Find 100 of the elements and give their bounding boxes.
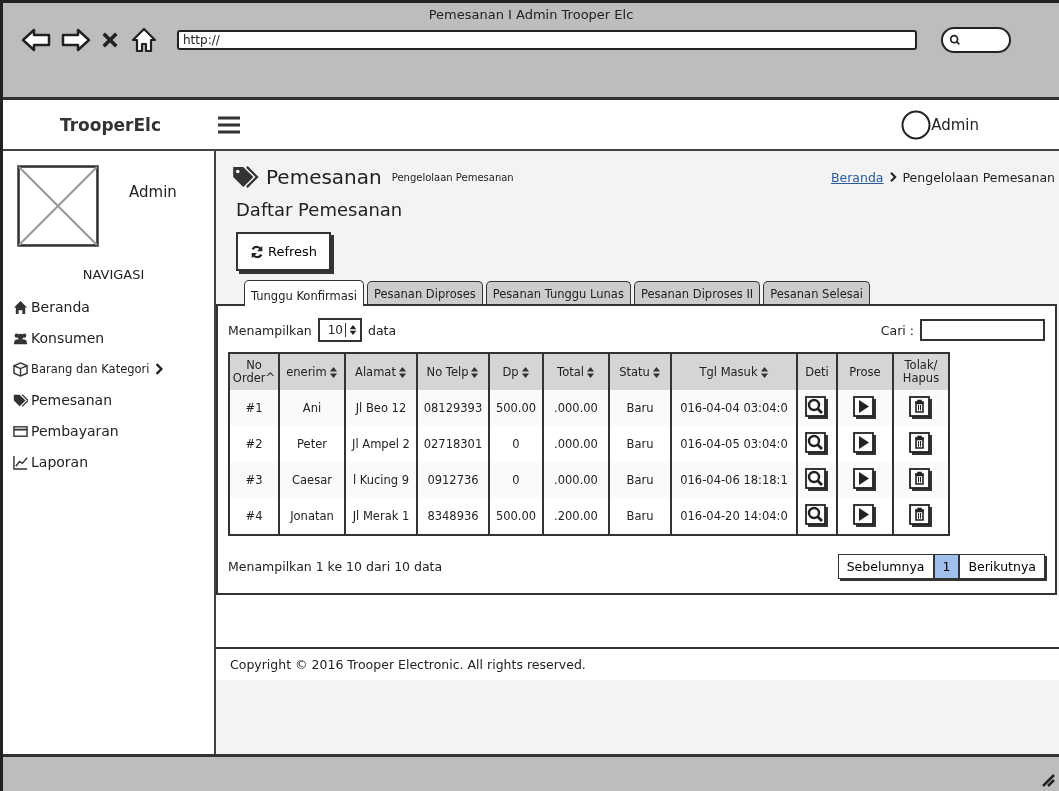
column-header[interactable]: Prose [837,353,893,390]
table-cell: .200.00 [543,498,609,535]
table-cell: 08129393 [417,390,489,426]
table-cell: Ani [279,390,345,426]
brand-name[interactable]: TrooperElc [3,114,218,135]
table-cell: Baru [609,426,671,462]
sidebar-item[interactable]: Pembayaran [13,418,214,444]
column-header[interactable]: Dp [489,353,543,390]
chevron-icon [155,362,164,376]
table-cell: 02718301 [417,426,489,462]
column-header[interactable]: Tolak/ Hapus [893,353,949,390]
card-icon [13,423,28,439]
column-header[interactable]: Deti [797,353,837,390]
delete-button[interactable] [909,396,933,420]
sort-icon[interactable] [585,365,595,379]
search-label: Cari : [880,322,914,338]
tab[interactable]: Tunggu Konfirmasi [244,280,364,306]
sort-icon[interactable] [520,365,530,379]
spinner-icon[interactable] [345,323,358,337]
column-header[interactable]: No Order^ [229,353,279,390]
refresh-icon [250,244,264,259]
process-button[interactable] [853,396,877,420]
sidebar-item[interactable]: Pemesanan [13,387,214,413]
delete-button[interactable] [909,504,933,528]
home-icon[interactable] [129,27,159,53]
user-name[interactable]: Admin [931,115,979,134]
window-title: Pemesanan I Admin Trooper Elc [427,6,635,24]
table-cell: 016-04-04 03:04:0 [671,390,797,426]
column-header[interactable]: Total [543,353,609,390]
box-icon [13,361,28,377]
table-cell: #4 [229,498,279,535]
table-cell: 8348936 [417,498,489,535]
section-heading: NAVIGASI [81,267,146,282]
tab[interactable]: Pesanan Diproses [366,281,483,304]
table-cell: Caesar [279,462,345,498]
sort-icon[interactable] [651,365,661,379]
refresh-button[interactable]: Refresh [236,232,332,271]
tab[interactable]: Pesanan Selesai [763,281,870,304]
tab[interactable]: Pesanan Diproses II [633,281,761,304]
table-info: Menampilkan 1 ke 10 dari 10 data [228,559,443,574]
url-field[interactable]: http:// [177,30,917,50]
delete-button[interactable] [909,468,933,492]
column-header[interactable]: Alamat [345,353,417,390]
column-header[interactable]: enerim [279,353,345,390]
table-cell: 016-04-20 14:04:0 [671,498,797,535]
table-cell: Jonatan [279,498,345,535]
table-cell: .000.00 [543,390,609,426]
detail-button[interactable] [805,396,829,420]
sort-icon[interactable] [397,365,407,379]
table-cell: Baru [609,498,671,535]
menu-icon[interactable] [218,115,240,134]
sidebar-item[interactable]: Laporan [13,449,214,475]
column-header[interactable]: Statu [609,353,671,390]
table-cell: 016-04-06 18:18:1 [671,462,797,498]
process-button[interactable] [853,504,877,528]
table-cell: 500.00 [489,498,543,535]
forward-icon[interactable] [61,27,91,53]
chevron-icon [889,172,897,182]
sidebar-item[interactable]: Barang dan Kategori [13,356,214,382]
length-label: Menampilkan [228,322,312,338]
column-header[interactable]: Tgl Masuk [671,353,797,390]
page-title: Pemesanan [266,165,382,189]
tag-icon [13,392,28,408]
line-chart-icon [13,454,28,470]
detail-button[interactable] [805,468,829,492]
process-button[interactable] [853,432,877,456]
table-cell: #2 [229,426,279,462]
table-cell: .000.00 [543,426,609,462]
process-button[interactable] [853,468,877,492]
tag-icon [232,166,260,188]
sort-icon[interactable] [328,365,338,379]
breadcrumb-link[interactable]: Beranda [830,169,884,185]
avatar-icon [901,109,932,140]
page-size-field[interactable]: 10 [317,318,362,342]
table-cell: Jl Beo 12 [345,390,417,426]
section-heading: Daftar Pemesanan [235,198,404,220]
table-cell: Jl Ampel 2 [345,426,417,462]
home-icon [13,299,28,315]
resize-grip-icon[interactable] [1041,773,1055,787]
sidebar-item[interactable]: Konsumen [13,325,214,351]
sidebar-item[interactable]: Beranda [13,294,214,320]
table-cell: #1 [229,390,279,426]
search-field[interactable] [941,27,1011,53]
search-field[interactable] [920,319,1045,341]
column-header[interactable]: No Telp [417,353,489,390]
sort-icon[interactable] [759,365,769,379]
detail-button[interactable] [805,504,829,528]
next-button[interactable]: Berikutnya [959,554,1045,579]
table-cell: 0 [489,462,543,498]
delete-button[interactable] [909,432,933,456]
tab[interactable]: Pesanan Tunggu Lunas [485,281,631,304]
back-icon[interactable] [21,27,51,53]
close-icon[interactable] [101,31,119,49]
previous-button[interactable]: Sebelumnya [837,554,934,579]
page-button[interactable]: 1 [933,554,960,579]
page-subtitle: Pengelolaan Pemesanan [391,171,514,183]
table-cell: #3 [229,462,279,498]
detail-button[interactable] [805,432,829,456]
sort-icon[interactable] [470,365,480,379]
table-cell: 0912736 [417,462,489,498]
